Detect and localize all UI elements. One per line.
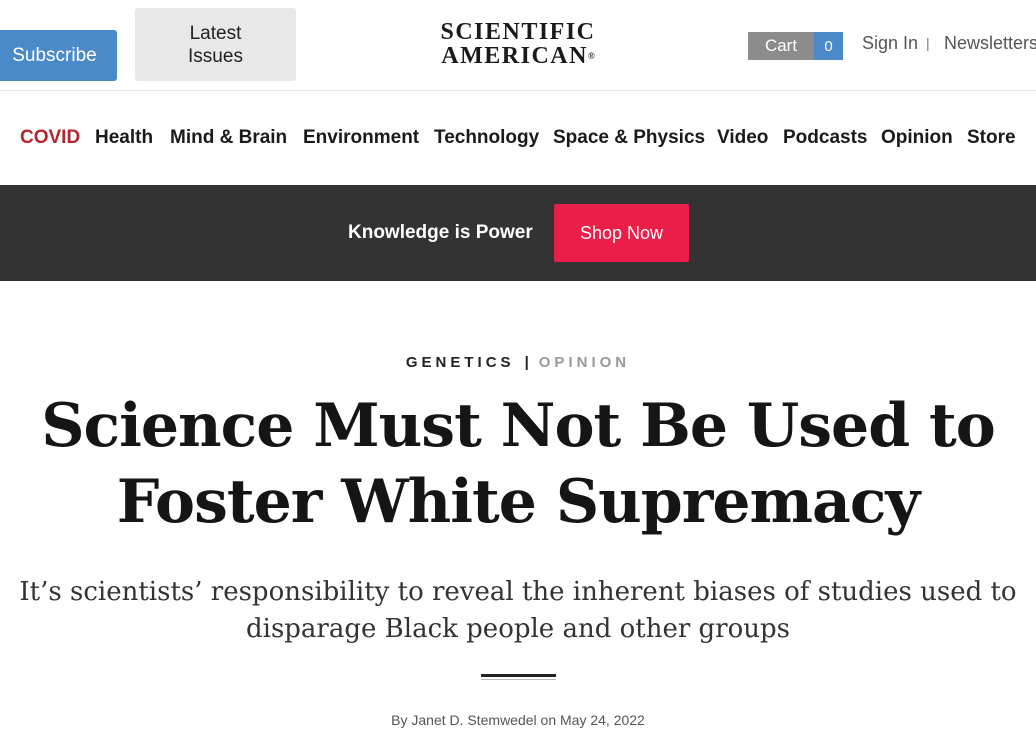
- nav-item-health[interactable]: Health: [95, 127, 153, 149]
- nav-item-technology[interactable]: Technology: [434, 127, 539, 149]
- sign-in-link[interactable]: Sign In: [862, 33, 918, 54]
- main-nav: COVID Health Mind & Brain Environment Te…: [0, 90, 1036, 185]
- promo-text: Knowledge is Power: [348, 222, 533, 243]
- nav-item-store[interactable]: Store: [967, 127, 1016, 149]
- cart-count-badge: 0: [814, 32, 843, 60]
- logo-line-1: SCIENTIFIC: [440, 19, 596, 45]
- subscribe-button[interactable]: Subscribe: [0, 30, 117, 81]
- nav-item-video[interactable]: Video: [717, 127, 768, 149]
- registered-mark: ®: [587, 51, 595, 61]
- nav-item-podcasts[interactable]: Podcasts: [783, 127, 867, 149]
- latest-issues-button[interactable]: Latest Issues: [135, 8, 296, 81]
- article-byline: By Janet D. Stemwedel on May 24, 2022: [391, 712, 645, 728]
- promo-banner: Knowledge is Power Shop Now: [0, 185, 1036, 281]
- nav-item-covid[interactable]: COVID: [20, 127, 80, 149]
- nav-item-environment[interactable]: Environment: [303, 127, 419, 149]
- site-logo[interactable]: SCIENTIFIC AMERICAN®: [418, 20, 618, 68]
- nav-item-mind-brain[interactable]: Mind & Brain: [170, 127, 287, 149]
- headline-line-1: Science Must Not Be Used to: [41, 391, 996, 461]
- nav-item-opinion[interactable]: Opinion: [881, 127, 953, 149]
- site-header: Subscribe Latest Issues SCIENTIFIC AMERI…: [0, 0, 1036, 91]
- newsletters-link[interactable]: Newsletters: [944, 33, 1036, 54]
- cart-label: Cart: [748, 32, 814, 60]
- article-dek: It’s scientists’ responsibility to revea…: [19, 577, 1017, 644]
- divider-rule-thin: [481, 679, 556, 680]
- divider-rule: [481, 674, 556, 677]
- section-link[interactable]: OPINION: [539, 354, 630, 371]
- nav-item-space-physics[interactable]: Space & Physics: [553, 127, 705, 149]
- header-separator: |: [926, 35, 930, 51]
- category-link[interactable]: GENETICS: [406, 354, 515, 371]
- kicker-divider: |: [524, 354, 529, 371]
- article-headline: Science Must Not Be Used to Foster White…: [20, 388, 1016, 540]
- article-kicker: GENETICS | OPINION: [0, 354, 1036, 371]
- logo-line-2: AMERICAN: [441, 43, 588, 69]
- shop-now-button[interactable]: Shop Now: [554, 204, 689, 262]
- latest-issues-label: Latest Issues: [188, 22, 243, 67]
- cart-button[interactable]: Cart 0: [748, 32, 843, 60]
- headline-line-2: Foster White Supremacy: [116, 467, 921, 537]
